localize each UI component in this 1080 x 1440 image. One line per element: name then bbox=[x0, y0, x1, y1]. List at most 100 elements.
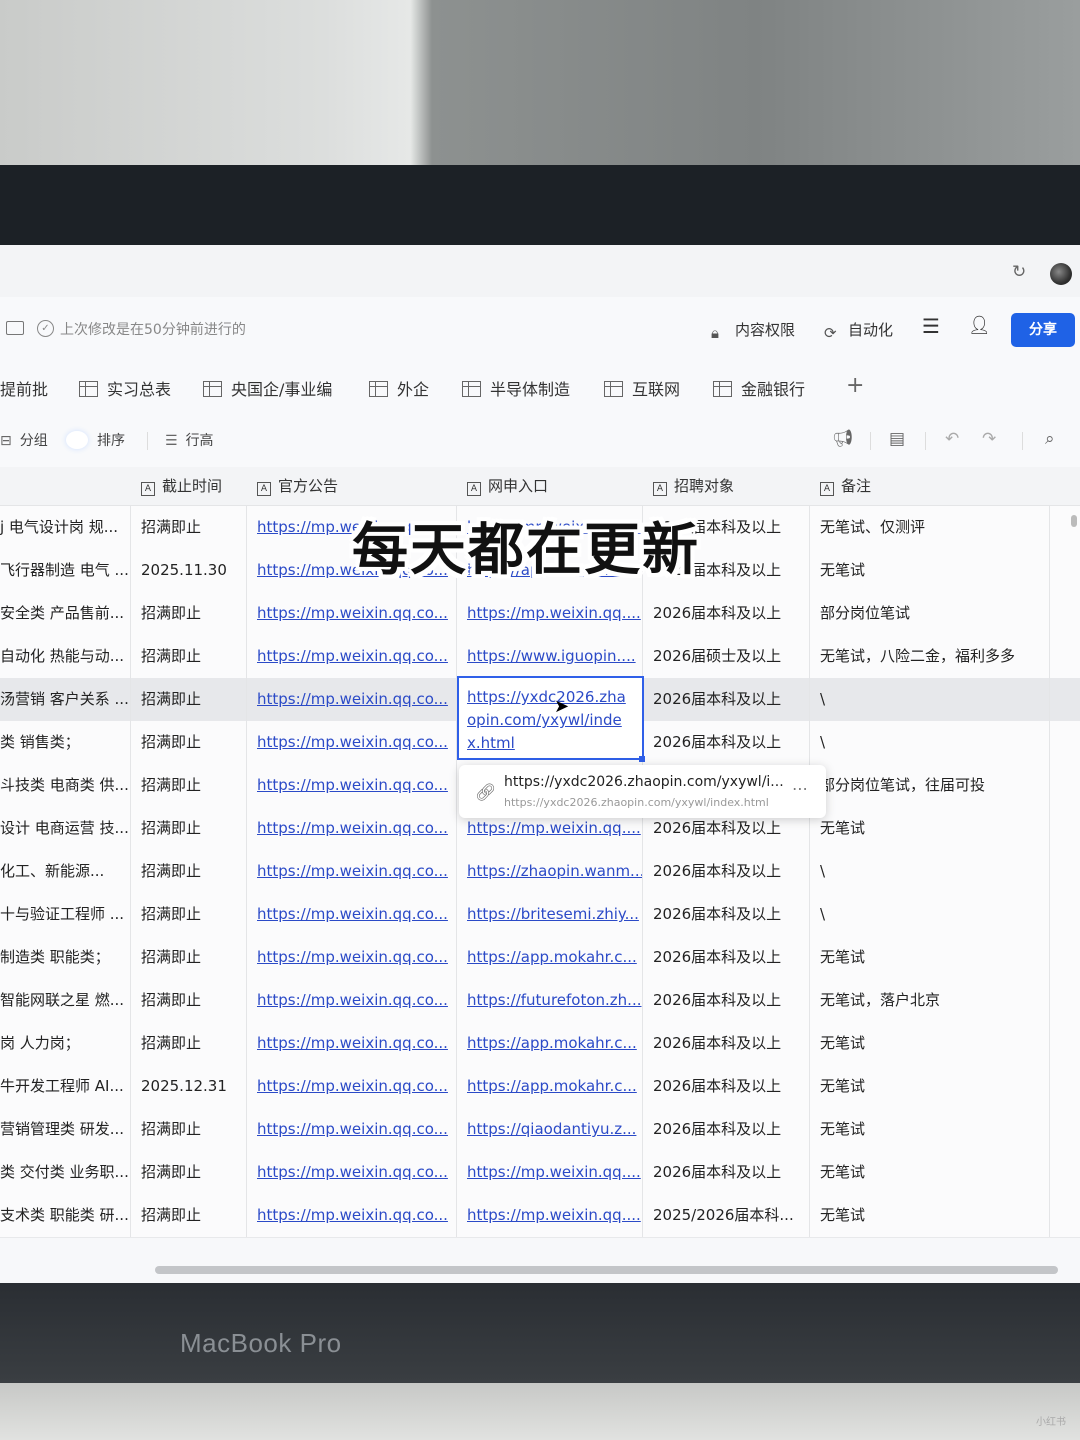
link-preview-popup[interactable]: 🔗︎ https://yxdc2026.zhaopin.com/yxywl/i.… bbox=[459, 765, 826, 818]
table-cell-c2[interactable]: https://mp.weixin.qq.co... bbox=[247, 1151, 457, 1194]
table-row[interactable]: 类 交付类 业务职... 招满即止 https://mp.weixin.qq.co.… bbox=[0, 1151, 1080, 1195]
table-row[interactable]: 牛开发工程师 AI... 2025.12.31 https://mp.weixin.… bbox=[0, 1065, 1080, 1109]
table-cell-c0[interactable]: 设计 电商运营 技... bbox=[0, 807, 131, 850]
row-height-button[interactable]: ☰ 行高 bbox=[165, 430, 214, 450]
table-cell-c6[interactable] bbox=[1050, 635, 1080, 678]
table-cell-c5[interactable]: 部分岗位笔试，往届可投 bbox=[810, 764, 1050, 807]
refresh-icon[interactable]: ↻ bbox=[1012, 263, 1030, 281]
table-cell-c3[interactable]: https://mp.weixin.qq.... bbox=[457, 1151, 643, 1194]
table-cell-c1[interactable]: 招满即止 bbox=[131, 1194, 247, 1237]
automation-button[interactable]: ⟳ 自动化 bbox=[824, 319, 893, 341]
table-cell-c5[interactable]: 无笔试 bbox=[810, 936, 1050, 979]
column-header-deadline[interactable]: A 截止时间 bbox=[131, 467, 248, 506]
table-cell-c1[interactable]: 2025.11.30 bbox=[131, 549, 247, 592]
table-cell-c5[interactable]: \ bbox=[810, 893, 1050, 936]
table-cell-c0[interactable]: 营销管理类 研发... bbox=[0, 1108, 131, 1151]
link-url[interactable]: https://yxdc2026.zhaopin.com/yxywl/i... bbox=[504, 774, 784, 790]
table-cell-c6[interactable] bbox=[1050, 807, 1080, 850]
table-cell-c2[interactable]: https://mp.weixin.qq.co... bbox=[247, 592, 457, 635]
table-cell-c2[interactable]: https://mp.weixin.qq.co... bbox=[247, 678, 457, 721]
table-cell-c2[interactable]: https://mp.weixin.qq.co... bbox=[247, 850, 457, 893]
table-row[interactable]: 十与验证工程师 ... 招满即止 https://mp.weixin.qq.co..… bbox=[0, 893, 1080, 937]
table-cell-c0[interactable]: j 电气设计岗 规... bbox=[0, 506, 131, 549]
table-row[interactable]: 支术类 职能类 研... 招满即止 https://mp.weixin.qq.co.… bbox=[0, 1194, 1080, 1238]
table-cell-c5[interactable]: 无笔试 bbox=[810, 1108, 1050, 1151]
table-cell-c0[interactable]: 飞行器制造 电气 ... bbox=[0, 549, 131, 592]
avatar[interactable] bbox=[1050, 263, 1072, 285]
table-cell-c3[interactable]: https://app.mokahr.c... bbox=[457, 1065, 643, 1108]
table-cell-c2[interactable]: https://mp.weixin.qq.co... bbox=[247, 764, 457, 807]
table-cell-c5[interactable]: 无笔试 bbox=[810, 549, 1050, 592]
table-cell-c0[interactable]: 智能网联之星 燃... bbox=[0, 979, 131, 1022]
table-cell-c0[interactable]: 自动化 热能与动... bbox=[0, 635, 131, 678]
table-cell-c6[interactable] bbox=[1050, 1022, 1080, 1065]
table-cell-c2[interactable]: https://mp.weixin.qq.co... bbox=[247, 1108, 457, 1151]
form-icon[interactable]: ▤ bbox=[889, 429, 905, 449]
table-cell-c1[interactable]: 招满即止 bbox=[131, 1151, 247, 1194]
table-cell-c0[interactable]: 斗技类 电商类 供... bbox=[0, 764, 131, 807]
selected-cell-apply-link[interactable]: https://yxdc2026.zhaopin.com/yxywl/index… bbox=[457, 676, 644, 760]
table-cell-c4[interactable]: 2026届本科及以上 bbox=[643, 678, 810, 721]
table-cell-c5[interactable]: \ bbox=[810, 721, 1050, 764]
table-row[interactable]: 制造类 职能类； 招满即止 https://mp.weixin.qq.co... ht… bbox=[0, 936, 1080, 980]
redo-icon[interactable]: ↷ bbox=[982, 429, 996, 449]
table-cell-c5[interactable]: 无笔试 bbox=[810, 1022, 1050, 1065]
table-cell-c1[interactable]: 2025.12.31 bbox=[131, 1065, 247, 1108]
table-cell-c4[interactable]: 2026届本科及以上 bbox=[643, 893, 810, 936]
table-cell-c1[interactable]: 招满即止 bbox=[131, 1108, 247, 1151]
permissions-button[interactable]: 🔒︎ 内容权限 bbox=[711, 319, 795, 341]
table-cell-c0[interactable]: 岗 人力岗； bbox=[0, 1022, 131, 1065]
table-cell-c0[interactable]: 类 交付类 业务职... bbox=[0, 1151, 131, 1194]
table-cell-c5[interactable]: \ bbox=[810, 850, 1050, 893]
more-icon[interactable]: ⋯ bbox=[792, 779, 808, 798]
column-header-notes[interactable]: A 备注 bbox=[810, 467, 1051, 506]
table-cell-c5[interactable]: 无笔试 bbox=[810, 807, 1050, 850]
table-row[interactable]: 岗 人力岗； 招满即止 https://mp.weixin.qq.co... http… bbox=[0, 1022, 1080, 1066]
table-cell-c2[interactable]: https://mp.weixin.qq.co... bbox=[247, 1065, 457, 1108]
add-tab-icon[interactable]: + bbox=[846, 373, 864, 398]
table-cell-c6[interactable] bbox=[1050, 979, 1080, 1022]
table-cell-c1[interactable]: 招满即止 bbox=[131, 635, 247, 678]
tab-internship[interactable]: 实习总表 bbox=[79, 376, 171, 400]
table-cell-c4[interactable]: 2026届本科及以上 bbox=[643, 1151, 810, 1194]
tab-semiconductor[interactable]: 半导体制造 bbox=[462, 376, 570, 400]
column-header-apply-link[interactable]: A 网申入口 bbox=[457, 467, 644, 506]
table-cell-c3[interactable]: https://qiaodantiyu.z... bbox=[457, 1108, 643, 1151]
tab-early-batch[interactable]: 提前批 bbox=[0, 376, 48, 400]
table-cell-c0[interactable]: 化工、新能源... bbox=[0, 850, 131, 893]
table-cell-c6[interactable] bbox=[1050, 936, 1080, 979]
group-button[interactable]: ⊟ 分组 bbox=[0, 430, 48, 450]
undo-icon[interactable]: ↶ bbox=[945, 429, 959, 449]
table-cell-c1[interactable]: 招满即止 bbox=[131, 1022, 247, 1065]
folder-icon[interactable] bbox=[6, 321, 24, 335]
table-cell-c1[interactable]: 招满即止 bbox=[131, 936, 247, 979]
horizontal-scrollbar[interactable] bbox=[155, 1266, 1058, 1274]
table-cell-c1[interactable]: 招满即止 bbox=[131, 721, 247, 764]
table-cell-c5[interactable]: 无笔试，八险二金，福利多多 bbox=[810, 635, 1050, 678]
table-row[interactable]: 化工、新能源... 招满即止 https://mp.weixin.qq.co... h… bbox=[0, 850, 1080, 894]
tab-internet[interactable]: 互联网 bbox=[604, 376, 680, 400]
table-cell-c1[interactable]: 招满即止 bbox=[131, 764, 247, 807]
table-cell-c5[interactable]: 无笔试 bbox=[810, 1151, 1050, 1194]
table-cell-c0[interactable]: 十与验证工程师 ... bbox=[0, 893, 131, 936]
table-cell-c6[interactable] bbox=[1050, 592, 1080, 635]
table-cell-c4[interactable]: 2025/2026届本科... bbox=[643, 1194, 810, 1237]
table-cell-c0[interactable]: 安全类 产品售前... bbox=[0, 592, 131, 635]
table-row[interactable]: 智能网联之星 燃... 招满即止 https://mp.weixin.qq.co..… bbox=[0, 979, 1080, 1023]
table-cell-c1[interactable]: 招满即止 bbox=[131, 850, 247, 893]
table-cell-c2[interactable]: https://mp.weixin.qq.co... bbox=[247, 936, 457, 979]
search-icon[interactable]: ⌕ bbox=[1045, 429, 1055, 449]
column-header-announcement[interactable]: A 官方公告 bbox=[247, 467, 458, 506]
table-cell-c2[interactable]: https://mp.weixin.qq.co... bbox=[247, 1022, 457, 1065]
table-cell-c6[interactable] bbox=[1050, 1194, 1080, 1237]
table-cell-c0[interactable]: 类 销售类； bbox=[0, 721, 131, 764]
column-header-target[interactable]: A 招聘对象 bbox=[643, 467, 811, 506]
tab-foreign[interactable]: 外企 bbox=[369, 376, 429, 400]
table-cell-c4[interactable]: 2026届硕士及以上 bbox=[643, 635, 810, 678]
fill-handle[interactable] bbox=[639, 756, 645, 762]
table-cell-c6[interactable] bbox=[1050, 1065, 1080, 1108]
table-cell-c4[interactable]: 2026届本科及以上 bbox=[643, 850, 810, 893]
table-cell-c1[interactable]: 招满即止 bbox=[131, 893, 247, 936]
table-cell-c4[interactable]: 2026届本科及以上 bbox=[643, 1108, 810, 1151]
table-cell-c2[interactable]: https://mp.weixin.qq.co... bbox=[247, 1194, 457, 1237]
